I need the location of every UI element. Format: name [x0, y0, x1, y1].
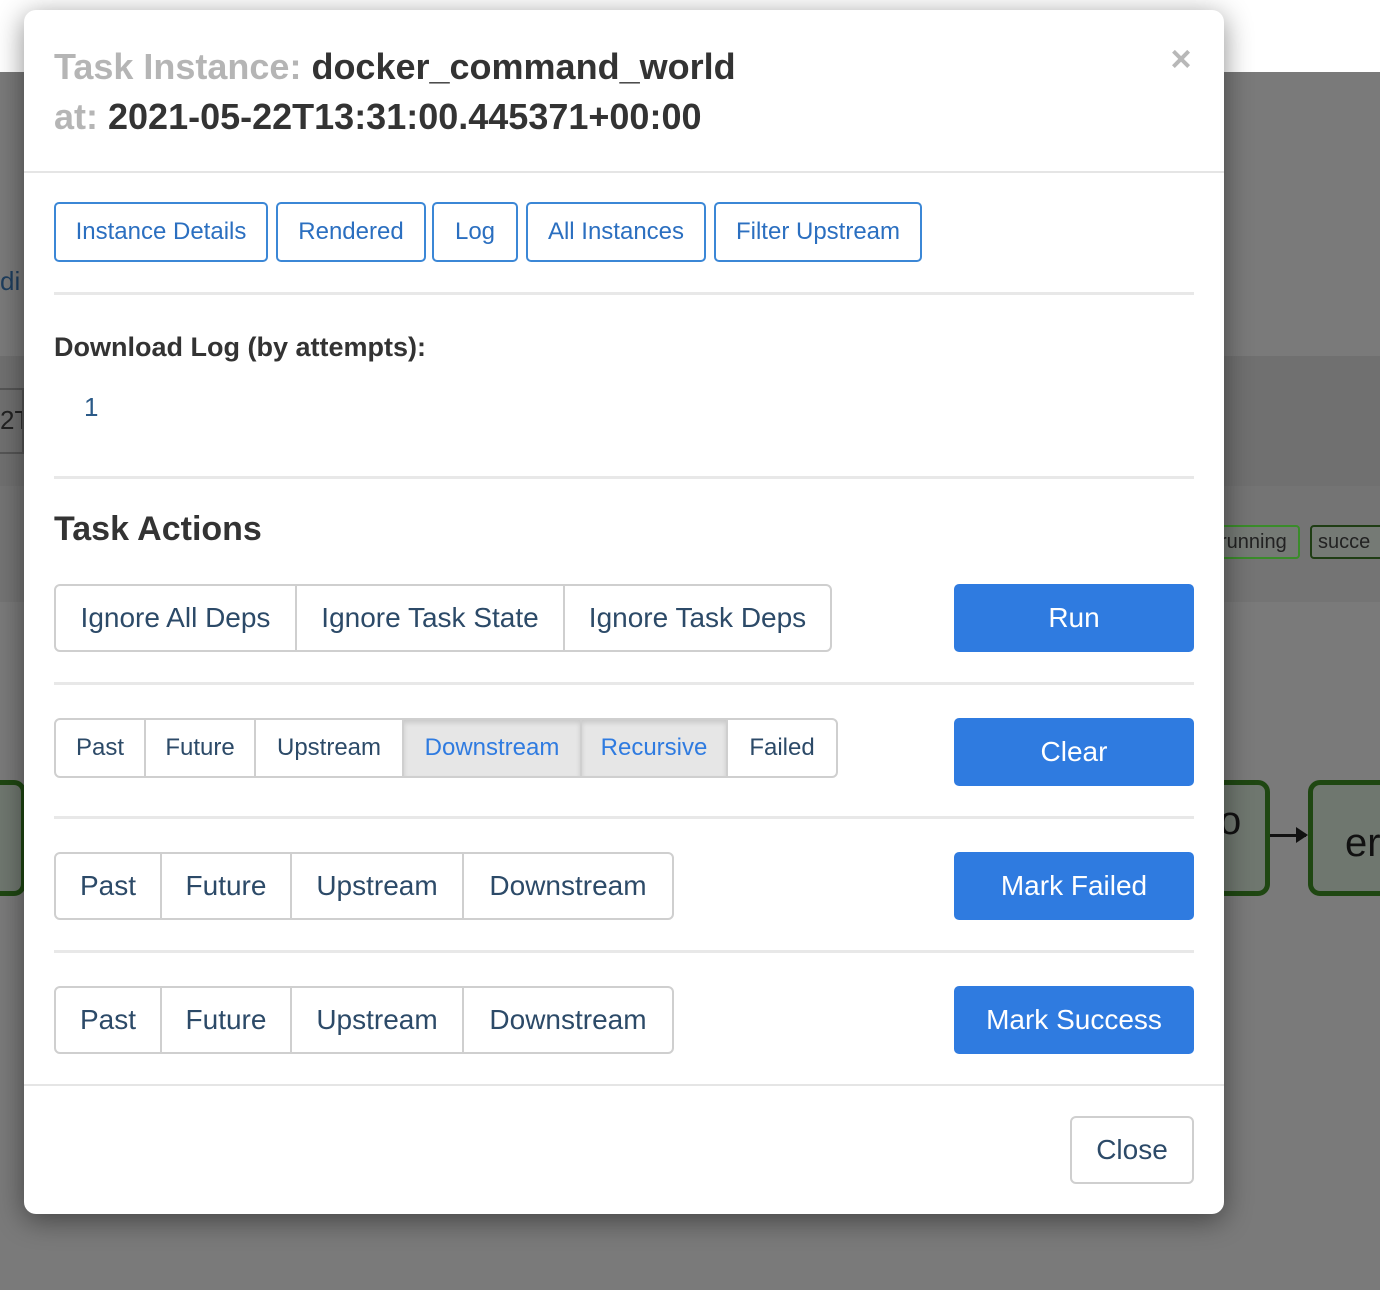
modal-title-task: Task Instance: docker_command_world — [54, 46, 736, 88]
ignore-all-deps-toggle[interactable]: Ignore All Deps — [56, 586, 297, 650]
execution-date: 2021-05-22T13:31:00.445371+00:00 — [108, 96, 702, 137]
mark-success-past-toggle[interactable]: Past — [56, 988, 162, 1052]
modal-header: Task Instance: docker_command_world at: … — [24, 10, 1224, 173]
legend-running-badge: running — [1212, 525, 1300, 559]
mark-failed-future-toggle[interactable]: Future — [162, 854, 292, 918]
close-button[interactable]: Close — [1070, 1116, 1194, 1184]
graph-node: er — [1308, 780, 1380, 896]
rendered-button[interactable]: Rendered — [276, 202, 426, 262]
mark-success-button[interactable]: Mark Success — [954, 986, 1194, 1054]
divider — [54, 682, 1194, 685]
close-icon[interactable]: × — [1164, 41, 1198, 77]
divider — [54, 476, 1194, 479]
graph-edge-arrow — [1270, 827, 1308, 843]
divider — [54, 950, 1194, 953]
mark-failed-past-toggle[interactable]: Past — [56, 854, 162, 918]
ignore-task-state-toggle[interactable]: Ignore Task State — [297, 586, 565, 650]
modal-footer-divider — [24, 1084, 1224, 1086]
run-button[interactable]: Run — [954, 584, 1194, 652]
task-instance-modal: Task Instance: docker_command_world at: … — [24, 10, 1224, 1214]
mark-success-downstream-toggle[interactable]: Downstream — [464, 988, 672, 1052]
mark-failed-upstream-toggle[interactable]: Upstream — [292, 854, 464, 918]
divider — [54, 292, 1194, 295]
task-instance-prefix: Task Instance: — [54, 46, 302, 87]
all-instances-button[interactable]: All Instances — [526, 202, 706, 262]
clear-options-group: Past Future Upstream Downstream Recursiv… — [54, 718, 838, 778]
background-input-fragment — [0, 388, 24, 454]
run-options-group: Ignore All Deps Ignore Task State Ignore… — [54, 584, 832, 652]
mark-success-upstream-toggle[interactable]: Upstream — [292, 988, 464, 1052]
download-log-label: Download Log (by attempts): — [54, 332, 426, 362]
clear-past-toggle[interactable]: Past — [56, 720, 146, 776]
instance-details-button[interactable]: Instance Details — [54, 202, 268, 262]
mark-success-future-toggle[interactable]: Future — [162, 988, 292, 1052]
task-id: docker_command_world — [311, 46, 736, 87]
clear-downstream-toggle[interactable]: Downstream — [404, 720, 582, 776]
at-prefix: at: — [54, 96, 98, 137]
divider — [54, 816, 1194, 819]
modal-title-date: at: 2021-05-22T13:31:00.445371+00:00 — [54, 96, 702, 138]
mark-failed-downstream-toggle[interactable]: Downstream — [464, 854, 672, 918]
clear-recursive-toggle[interactable]: Recursive — [582, 720, 728, 776]
graph-node-label: er — [1345, 821, 1380, 865]
mark-success-options-group: Past Future Upstream Downstream — [54, 986, 674, 1054]
mark-failed-button[interactable]: Mark Failed — [954, 852, 1194, 920]
mark-failed-options-group: Past Future Upstream Downstream — [54, 852, 674, 920]
log-button[interactable]: Log — [432, 202, 518, 262]
clear-future-toggle[interactable]: Future — [146, 720, 256, 776]
clear-failed-toggle[interactable]: Failed — [728, 720, 836, 776]
clear-button[interactable]: Clear — [954, 718, 1194, 786]
download-log-attempt-link[interactable]: 1 — [84, 392, 98, 423]
graph-node — [0, 780, 26, 896]
task-actions-title: Task Actions — [54, 510, 262, 548]
ignore-task-deps-toggle[interactable]: Ignore Task Deps — [565, 586, 830, 650]
filter-upstream-button[interactable]: Filter Upstream — [714, 202, 922, 262]
legend-success-badge: succe — [1310, 525, 1380, 559]
clear-upstream-toggle[interactable]: Upstream — [256, 720, 404, 776]
background-link-fragment: di — [0, 266, 21, 296]
